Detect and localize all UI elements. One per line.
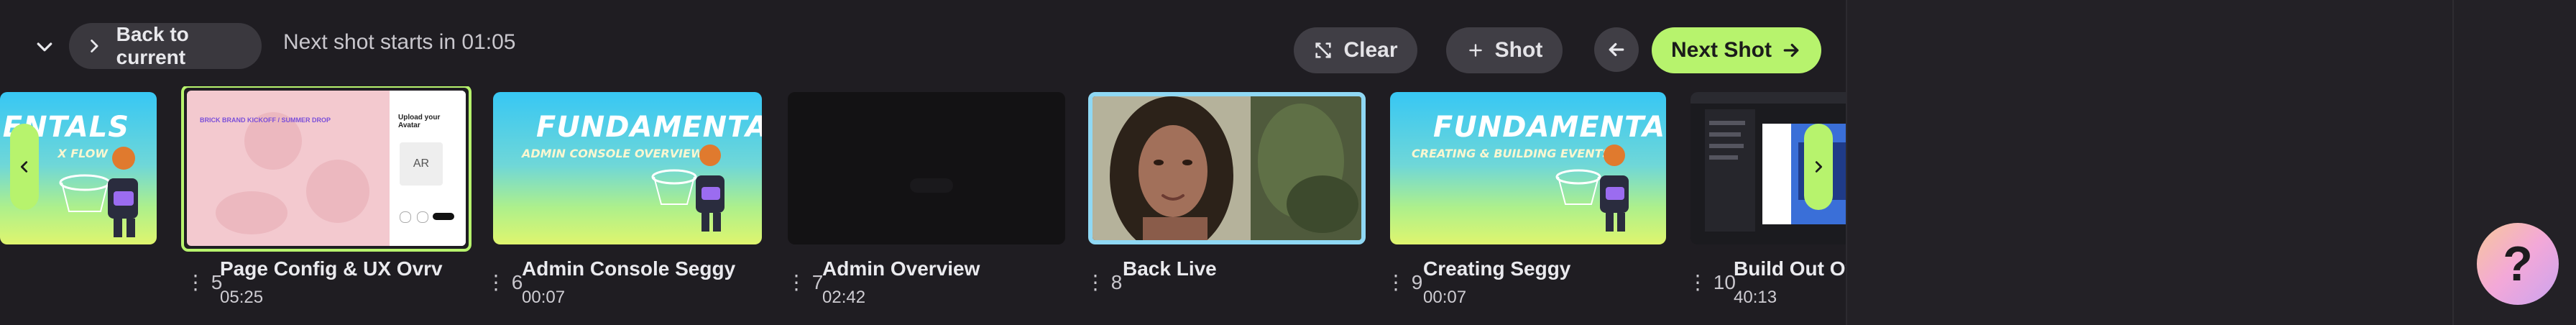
shot-title-6: Admin Console Seggy [522, 257, 736, 280]
upload-panel-title: Upload your Avatar [398, 114, 441, 129]
clear-label: Clear [1343, 38, 1398, 62]
chevron-right-icon [91, 40, 98, 52]
back-to-current-button[interactable]: Back to current [69, 23, 262, 69]
previous-shot-button[interactable] [1594, 27, 1639, 72]
panel-divider [2452, 0, 2454, 325]
scroll-right-button[interactable] [1804, 124, 1833, 210]
shot-number-8: ⋮ 8 [1085, 271, 1123, 293]
shot-number-7: ⋮ 7 [786, 271, 824, 293]
next-shot-label: Next Shot [1670, 38, 1772, 62]
clear-icon [1315, 42, 1332, 58]
chevron-down-icon [37, 42, 52, 52]
shot-title-5: Page Config & UX Ovrv [220, 257, 443, 280]
upload-panel: Upload your Avatar AR [390, 91, 466, 246]
next-shot-countdown: Next shot starts in 01:05 [283, 30, 516, 54]
slide-page-config: BRICK BRAND KICKOFF / SUMMER DROP Upload… [187, 91, 466, 246]
shot-number-10: ⋮ 10 [1688, 271, 1736, 293]
dark-slide-content [910, 178, 953, 193]
shot-duration-10: 40:13 [1734, 288, 1777, 307]
back-to-current-label: Back to current [116, 23, 189, 68]
pink-background-shapes [216, 112, 369, 234]
shot-duration-6: 00:07 [522, 288, 566, 307]
shot-title-8: Back Live [1123, 257, 1217, 280]
next-shot-button[interactable]: Next Shot [1652, 27, 1821, 73]
shot-title-9: Creating Seggy [1423, 257, 1571, 280]
arrow-left-icon [1609, 42, 1624, 57]
shot-duration-9: 00:07 [1423, 288, 1467, 307]
chevron-right-icon [1815, 161, 1823, 173]
shot-manager: Back to current Next shot starts in 01:0… [0, 0, 2576, 325]
shot-thumbnail-6[interactable]: FUNDAMENTALS ADMIN CONSOLE OVERVIEW [493, 92, 762, 244]
shot-label: Shot [1494, 38, 1543, 62]
shot-duration-7: 02:42 [822, 288, 866, 307]
shot-thumbnail-8[interactable] [1088, 92, 1366, 244]
question-icon: ? [2503, 237, 2533, 291]
shot-thumbnail-9[interactable]: FUNDAMENTALS CREATING & BUILDING EVENTS [1390, 92, 1666, 244]
continue-mini-button [433, 213, 454, 220]
shot-thumbnail-5[interactable]: BRICK BRAND KICKOFF / SUMMER DROP Upload… [181, 86, 472, 252]
chevron-left-icon [20, 161, 28, 173]
shot-strip: ENTALS X FLOW BRICK BRAND KICKOFF / SUMM… [0, 86, 1846, 325]
slide-heading: BRICK BRAND KICKOFF / SUMMER DROP [200, 116, 331, 124]
collapse-button[interactable] [27, 30, 62, 65]
shot-title-7: Admin Overview [822, 257, 980, 280]
shot-number: 10 [1713, 271, 1736, 293]
shot-title-10: Build Out Ov [1734, 257, 1846, 280]
clear-button[interactable]: Clear [1294, 27, 1417, 73]
shot-number: 9 [1411, 271, 1423, 293]
add-shot-button[interactable]: Shot [1446, 27, 1563, 73]
avatar-initials: AR [413, 157, 430, 170]
shot-thumbnail-7[interactable] [788, 92, 1065, 244]
basketball-mascot-illustration [1555, 145, 1629, 232]
shot-number-9: ⋮ 9 [1386, 271, 1423, 293]
shot-duration-5: 05:25 [220, 288, 264, 307]
avatar-option-dot [417, 211, 428, 223]
help-button[interactable]: ? [2477, 223, 2559, 305]
topbar: Back to current Next shot starts in 01:0… [0, 0, 1846, 86]
shot-number-6: ⋮ 6 [486, 271, 523, 293]
scroll-left-button[interactable] [10, 124, 39, 210]
live-camera-feed [1092, 96, 1361, 240]
basketball-mascot-illustration [651, 145, 724, 232]
plus-icon [1468, 44, 1482, 57]
avatar-placeholder: AR [400, 142, 443, 186]
avatar-option-dot [400, 211, 411, 223]
shot-number: 8 [1110, 271, 1123, 293]
right-panel [1846, 0, 2576, 325]
arrow-right-icon [1783, 43, 1799, 58]
shot-number-5: ⋮ 5 [185, 271, 223, 293]
